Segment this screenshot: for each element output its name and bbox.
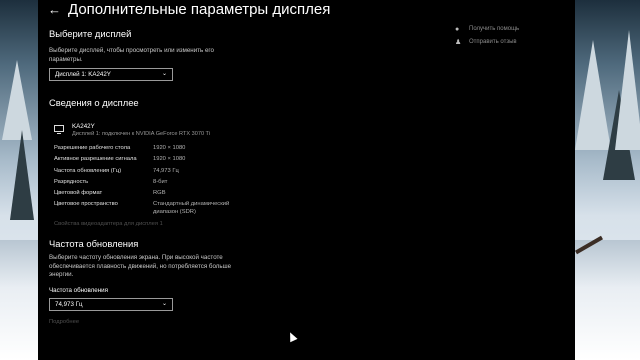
display-name: KA242Y — [72, 123, 95, 130]
info-value-desktop-resolution: 1920 × 1080 — [153, 145, 186, 151]
info-value-bit-depth: 8-бит — [153, 179, 168, 185]
back-arrow-icon[interactable]: ← — [48, 2, 64, 18]
refresh-rate-value: 74,973 Гц — [55, 301, 83, 308]
get-help-link[interactable]: Получить помощь — [469, 26, 519, 32]
info-label-desktop-resolution: Разрешение рабочего стола — [54, 145, 131, 151]
refresh-rate-description: Выберите частоту обновления экрана. При … — [49, 254, 232, 278]
info-label-color-format: Цветовой формат — [54, 190, 103, 196]
desktop-wallpaper-left — [0, 0, 38, 360]
chevron-down-icon: ⌄ — [161, 301, 167, 307]
info-value-refresh-rate: 74,973 Гц — [153, 168, 179, 174]
chevron-down-icon: ⌄ — [161, 71, 167, 77]
info-label-bit-depth: Разрядность — [54, 179, 89, 185]
info-value-color-format: RGB — [153, 190, 166, 196]
display-select-value: Дисплей 1: KA242Y — [55, 71, 111, 78]
info-value-color-space: Стандартный динамический диапазон (SDR) — [153, 201, 230, 215]
settings-window: ← Дополнительные параметры дисплея Выбер… — [38, 0, 575, 360]
title-bar: ← Дополнительные параметры дисплея — [38, 0, 575, 22]
info-label-color-space: Цветовое пространство — [54, 201, 118, 207]
desktop-wallpaper-right — [575, 0, 640, 360]
display-info-heading: Сведения о дисплее — [49, 97, 139, 108]
learn-more-link[interactable]: Подробнее — [49, 319, 79, 325]
feedback-person-icon: ♟ — [455, 39, 462, 46]
info-label-refresh-rate: Частота обновления (Гц) — [54, 168, 122, 174]
info-label-active-signal: Активное разрешение сигнала — [54, 156, 137, 162]
help-chat-icon: ● — [455, 26, 460, 33]
send-feedback-link[interactable]: Отправить отзыв — [469, 39, 517, 45]
page-title: Дополнительные параметры дисплея — [68, 1, 331, 18]
monitor-icon — [54, 125, 64, 134]
info-value-active-signal: 1920 × 1080 — [153, 156, 186, 162]
display-connection: Дисплей 1: подключен к NVIDIA GeForce RT… — [72, 131, 211, 137]
select-display-heading: Выберите дисплей — [49, 28, 132, 39]
display-select-dropdown[interactable]: Дисплей 1: KA242Y ⌄ — [49, 68, 173, 81]
refresh-rate-label: Частота обновления — [49, 287, 108, 294]
adapter-properties-link[interactable]: Свойства видеоадаптера для дисплея 1 — [54, 221, 163, 227]
select-display-description: Выберите дисплей, чтобы просмотреть или … — [49, 47, 214, 63]
refresh-rate-heading: Частота обновления — [49, 238, 139, 249]
refresh-rate-dropdown[interactable]: 74,973 Гц ⌄ — [49, 298, 173, 311]
